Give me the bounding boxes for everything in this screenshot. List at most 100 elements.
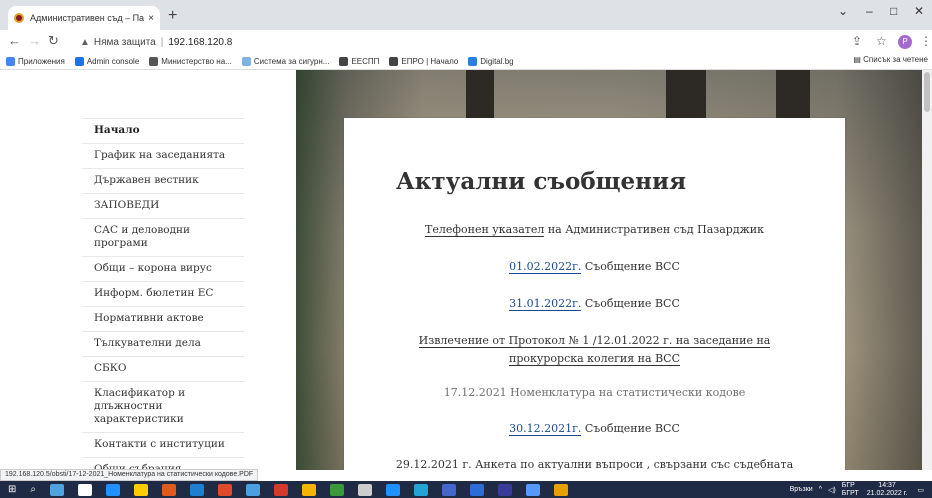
bookmark-item[interactable]: Министерство на... — [149, 57, 232, 66]
site-favicon-icon — [14, 13, 24, 23]
page-scrollbar[interactable] — [922, 70, 932, 470]
notice-text: Съобщение ВСС — [581, 260, 680, 273]
taskbar-app-icon[interactable] — [498, 483, 512, 496]
close-window-icon[interactable]: ✕ — [914, 4, 924, 18]
link-status-bar: 192.168.120.5/obsti/17-12-2021_Номенклат… — [0, 469, 259, 481]
tray-chevron-icon[interactable]: ^ — [819, 486, 822, 493]
sidebar-item[interactable]: Контакти с институции — [82, 432, 244, 457]
protocol-extract-link-cont[interactable]: прокурорска колегия на ВСС — [509, 352, 680, 366]
taskbar-app-icon[interactable] — [554, 483, 568, 496]
sidebar-item[interactable]: Информ. бюлетин ЕС — [82, 281, 244, 306]
address-bar[interactable]: ▲ Няма защита | 192.168.120.8 — [80, 33, 916, 51]
sidebar-item[interactable]: СБКО — [82, 356, 244, 381]
nomenclature-item[interactable]: 17.12.2021 Номенклатура на статистически… — [344, 384, 845, 402]
menu-kebab-icon[interactable]: ⋮ — [920, 34, 932, 48]
forward-icon[interactable]: → — [28, 33, 41, 48]
taskbar-app-icon[interactable] — [302, 483, 316, 496]
page-title: Актуални съобщения — [396, 168, 687, 195]
bookmarks-bar: Приложения Admin console Министерство на..… — [0, 54, 932, 70]
browser-tab[interactable]: Административен съд – Пазардж × — [8, 6, 160, 30]
bookmark-label: Приложения — [18, 57, 65, 66]
minimize-icon[interactable]: – — [866, 4, 873, 18]
web-page: Начало График на заседанията Държавен вест… — [0, 70, 932, 470]
taskbar-app-icon[interactable] — [470, 483, 484, 496]
taskbar-app-icon[interactable] — [274, 483, 288, 496]
sidebar-item[interactable]: Класификатор и длъжностни характеристики — [82, 381, 244, 432]
bookmark-favicon-icon — [149, 57, 159, 66]
sidebar-nav: Начало График на заседанията Държавен вест… — [82, 118, 244, 470]
taskbar-app-icon[interactable] — [190, 483, 204, 496]
notice-item: 31.01.2022г. Съобщение ВСС — [344, 295, 845, 313]
search-icon[interactable]: ⌕ — [30, 484, 36, 495]
browser-toolbar: ← → ↻ ▲ Няма защита | 192.168.120.8 — [0, 30, 932, 54]
reload-icon[interactable]: ↻ — [48, 33, 59, 49]
notice-date-link[interactable]: 31.01.2022г. — [509, 297, 582, 311]
not-secure-icon[interactable]: ▲ — [80, 37, 90, 48]
reading-list-button[interactable]: ▤ Списък за четене — [853, 55, 928, 64]
bookmark-label: Admin console — [86, 57, 140, 66]
sidebar-item[interactable]: График на заседанията — [82, 143, 244, 168]
links-toolbar-label[interactable]: Връзки — [790, 486, 813, 493]
profile-avatar[interactable]: P — [898, 35, 912, 49]
start-icon[interactable]: ⊞ — [8, 484, 16, 495]
taskbar-app-icon[interactable] — [78, 483, 92, 496]
phone-directory-link[interactable]: Телефонен указател — [425, 223, 545, 237]
taskbar-app-icon[interactable] — [134, 483, 148, 496]
bookmark-item[interactable]: Приложения — [6, 57, 65, 66]
bookmark-item[interactable]: Система за сигурн... — [241, 57, 329, 66]
clock-date[interactable]: 21.02.2022 г. — [867, 490, 908, 498]
bookmark-item[interactable]: Digital.bg — [468, 57, 514, 66]
notice-text: Съобщение ВСС — [581, 422, 680, 435]
sidebar-item[interactable]: Общи – корона вирус — [82, 256, 244, 281]
bookmark-label: Министерство на... — [161, 57, 232, 66]
bookmark-star-icon[interactable]: ☆ — [876, 34, 887, 48]
taskbar-app-icon[interactable] — [442, 483, 456, 496]
taskbar-app-icon[interactable] — [386, 483, 400, 496]
survey-link[interactable]: 29.12.2021 г. Анкета по актуални въпроси… — [395, 458, 794, 470]
bookmark-label: Digital.bg — [480, 57, 514, 66]
bookmark-favicon-icon — [468, 57, 478, 66]
sidebar-item[interactable]: САС и деловодни програми — [82, 218, 244, 256]
sidebar-item[interactable]: Начало — [82, 118, 244, 143]
scrollbar-thumb[interactable] — [924, 72, 930, 112]
notice-date-link[interactable]: 30.12.2021г. — [509, 422, 582, 436]
new-tab-button[interactable]: + — [168, 7, 177, 25]
bookmark-item[interactable]: Admin console — [74, 57, 140, 66]
taskbar-app-icon[interactable] — [414, 483, 428, 496]
phone-directory-text: на Административен съд Пазарджик — [544, 223, 764, 236]
sidebar-item[interactable]: ЗАПОВЕДИ — [82, 193, 244, 218]
taskbar-app-icon[interactable] — [162, 483, 176, 496]
notice-item: 30.12.2021г. Съобщение ВСС — [344, 420, 845, 438]
clock-time[interactable]: 14:37 — [867, 482, 908, 490]
taskbar-app-icon[interactable] — [526, 483, 540, 496]
notice-text: Съобщение ВСС — [581, 297, 680, 310]
taskbar-app-icon[interactable] — [50, 483, 64, 496]
maximize-icon[interactable]: □ — [890, 4, 897, 18]
volume-icon[interactable]: ◁) — [828, 486, 836, 494]
notice-date-link[interactable]: 01.02.2022г. — [509, 260, 582, 274]
bookmark-item[interactable]: ЕЕСПП — [339, 57, 379, 66]
taskbar-app-icon[interactable] — [106, 483, 120, 496]
protocol-extract-link[interactable]: Извлечение от Протокол № 1 /12.01.2022 г… — [418, 334, 771, 348]
sidebar-item[interactable]: Държавен вестник — [82, 168, 244, 193]
reading-list-label: Списък за четене — [863, 55, 928, 64]
taskbar-app-icon[interactable] — [218, 483, 232, 496]
omnibox-separator: | — [160, 36, 164, 48]
taskbar-app-icon[interactable] — [246, 483, 260, 496]
keyboard-layout[interactable]: БГРТ — [842, 490, 859, 498]
taskbar-app-icon[interactable] — [330, 483, 344, 496]
tab-strip: Административен съд – Пазардж × + ⌄ – □ … — [0, 0, 932, 30]
notifications-icon[interactable]: ▭ — [917, 486, 924, 494]
close-tab-icon[interactable]: × — [148, 13, 154, 24]
url-text: 192.168.120.8 — [168, 36, 233, 48]
content-card: Актуални съобщения Телефонен указател на… — [344, 118, 845, 470]
taskbar-app-icon[interactable] — [358, 483, 372, 496]
share-icon[interactable]: ⇪ — [852, 34, 862, 48]
sidebar-item[interactable]: Тълкувателни дела — [82, 331, 244, 356]
back-icon[interactable]: ← — [8, 33, 21, 48]
bookmark-label: ЕЕСПП — [351, 57, 380, 66]
language-indicator[interactable]: БГР — [842, 482, 859, 490]
sidebar-item[interactable]: Нормативни актове — [82, 306, 244, 331]
tab-search-icon[interactable]: ⌄ — [838, 4, 848, 18]
bookmark-item[interactable]: ЕПРО | Начало — [389, 57, 458, 66]
